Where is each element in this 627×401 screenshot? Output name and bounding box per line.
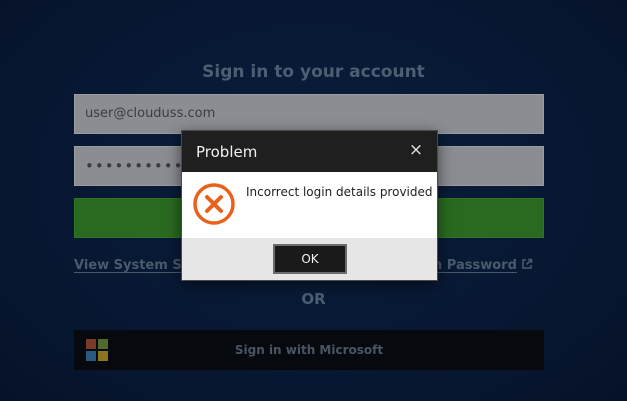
- login-page: Sign in to your account user@clouduss.co…: [0, 0, 627, 401]
- problem-dialog: Problem × Incorrect login details provid…: [181, 130, 438, 281]
- external-link-icon: [522, 258, 533, 269]
- close-icon[interactable]: ×: [407, 141, 425, 159]
- view-system-status-link[interactable]: View System Sta: [74, 258, 197, 273]
- dialog-footer: OK: [182, 238, 437, 280]
- sign-in-with-microsoft-button[interactable]: Sign in with Microsoft: [74, 330, 544, 370]
- email-field[interactable]: user@clouduss.com: [74, 94, 544, 134]
- ok-button[interactable]: OK: [273, 244, 347, 274]
- or-divider: OR: [301, 290, 326, 308]
- microsoft-button-label: Sign in with Microsoft: [234, 343, 384, 357]
- page-title: Sign in to your account: [202, 62, 425, 82]
- dialog-title: Problem: [196, 143, 258, 161]
- dialog-message: Incorrect login details provided: [246, 185, 433, 199]
- dialog-body: Incorrect login details provided: [182, 172, 437, 238]
- error-x-circle-icon: [193, 183, 235, 225]
- dialog-header: Problem ×: [182, 131, 437, 172]
